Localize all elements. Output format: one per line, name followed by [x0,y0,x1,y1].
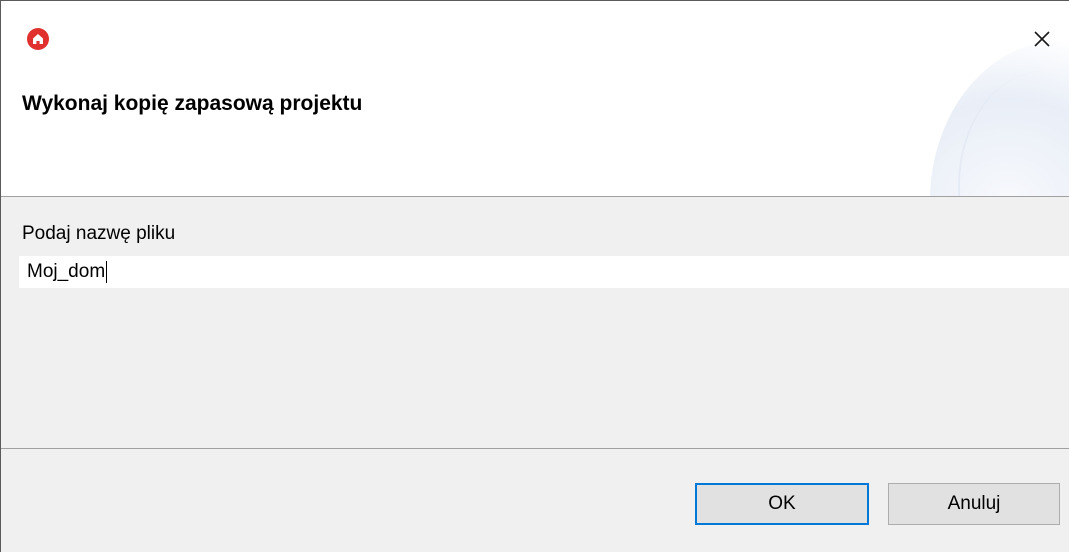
close-button[interactable] [1026,23,1058,55]
footer-separator [1,448,1069,449]
close-icon [1034,31,1050,47]
home-icon [27,28,49,50]
text-caret [106,261,108,283]
cancel-button[interactable]: Anuluj [888,483,1060,525]
home-glyph [33,34,43,44]
ok-button[interactable]: OK [695,483,869,525]
filename-label: Podaj nazwę pliku [22,223,176,244]
dialog-title: Wykonaj kopię zapasową projektu [22,92,363,115]
filename-value: Moj_dom [27,261,106,282]
backup-dialog: Wykonaj kopię zapasową projektu Podaj na… [0,0,1069,552]
dialog-header: Wykonaj kopię zapasową projektu [1,1,1069,197]
filename-input[interactable]: Moj_dom [19,256,1069,288]
